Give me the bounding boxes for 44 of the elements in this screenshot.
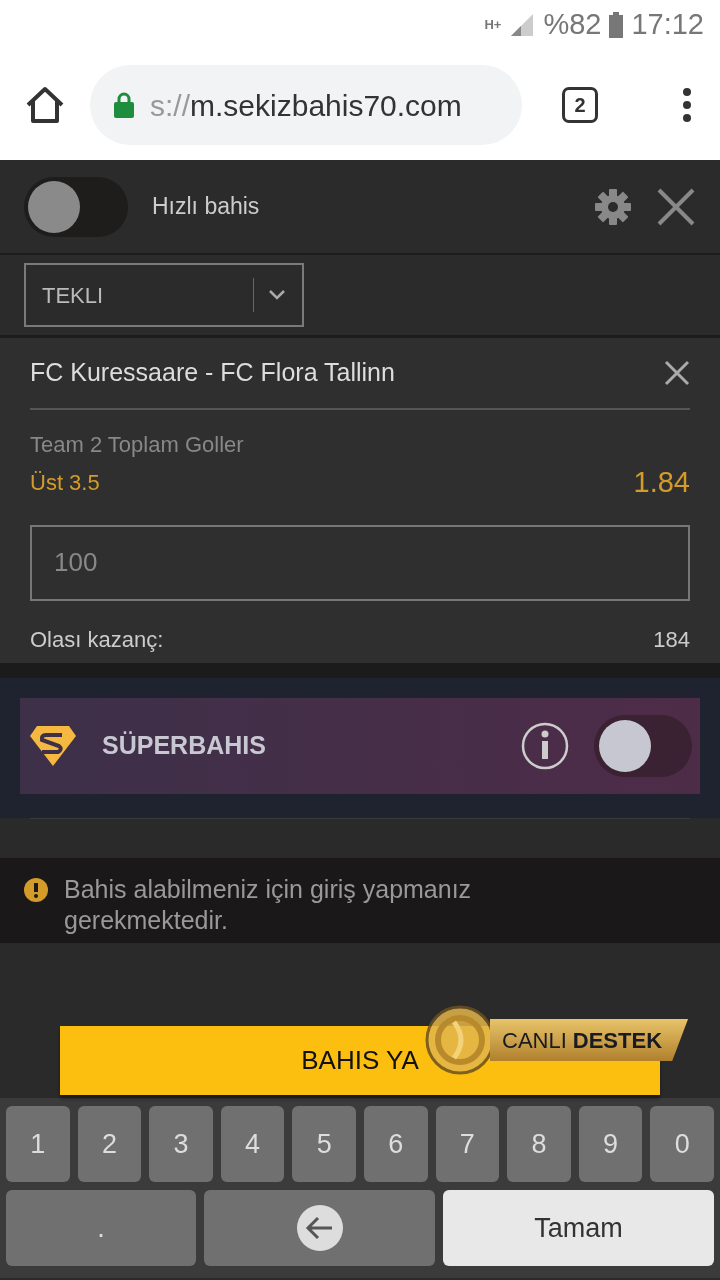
backspace-key[interactable]	[204, 1190, 435, 1266]
backspace-icon	[295, 1204, 344, 1252]
keyboard-key[interactable]: 3	[149, 1106, 213, 1182]
quick-bet-label: Hızlı bahis	[152, 192, 260, 222]
stake-input[interactable]: 100	[30, 524, 690, 601]
selection-label: Üst 3.5	[30, 469, 100, 498]
tab-count[interactable]: 2	[562, 87, 598, 123]
clock: 17:12	[631, 7, 704, 43]
home-icon[interactable]	[24, 85, 66, 125]
network-label: H+	[484, 16, 502, 35]
warning-message: Bahis alabilmeniz için giriş yapmanız gerekmektedir.	[64, 874, 473, 936]
close-icon[interactable]	[664, 360, 690, 386]
match-title: FC Kuressaare - FC Flora Tallinn	[30, 357, 395, 389]
market-label: Team 2 Toplam Goller	[30, 431, 244, 459]
winnings-label: Olası kazanç:	[30, 625, 164, 654]
keyboard-key[interactable]: 9	[578, 1106, 643, 1182]
bet-type-dropdown[interactable]: TEKLI	[24, 263, 304, 327]
chevron-icon	[268, 289, 286, 301]
shield-icon	[28, 724, 78, 768]
lock-icon	[114, 92, 134, 118]
info-icon[interactable]	[520, 721, 570, 771]
warning-icon	[24, 878, 48, 902]
battery-icon	[609, 12, 624, 38]
battery-percent: %82	[543, 7, 602, 43]
signal-icon	[509, 12, 536, 38]
url-text: s://m.sekizbahis70.com	[150, 87, 462, 124]
superbahis-label: SÜPERBAHIS	[102, 730, 266, 762]
menu-icon[interactable]	[682, 87, 692, 123]
keyboard-key[interactable]: 7	[435, 1106, 500, 1182]
done-key[interactable]: Tamam	[442, 1190, 714, 1266]
settings-icon[interactable]	[594, 187, 632, 226]
address-bar[interactable]: s://m.sekizbahis70.com	[90, 65, 522, 145]
keyboard-key[interactable]: 2	[77, 1106, 142, 1182]
winnings-value: 184	[653, 625, 690, 654]
close-icon[interactable]	[656, 186, 696, 227]
keyboard-key[interactable]: 5	[292, 1106, 356, 1182]
keyboard-key[interactable]: 6	[363, 1106, 428, 1182]
keyboard-key[interactable]: 4	[220, 1106, 285, 1182]
keyboard-key[interactable]: .	[6, 1190, 197, 1266]
keyboard-key[interactable]: 8	[507, 1106, 571, 1182]
keyboard-key[interactable]: 0	[650, 1106, 714, 1182]
keyboard-key[interactable]: 1	[6, 1106, 70, 1182]
odds-value: 1.84	[633, 465, 690, 500]
live-support-toast[interactable]: CANLI DESTEK	[424, 1004, 689, 1076]
